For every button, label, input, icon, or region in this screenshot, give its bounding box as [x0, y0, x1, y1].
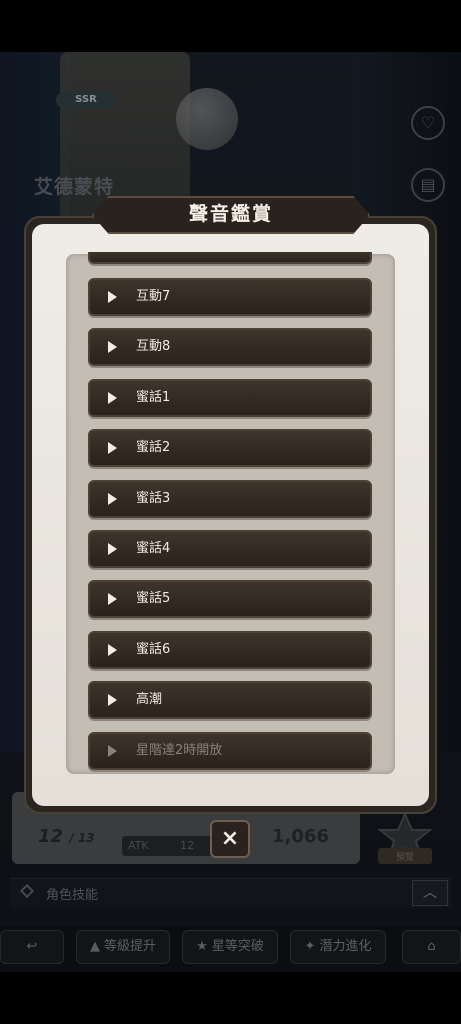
play-icon — [108, 593, 117, 605]
voice-list-item[interactable]: 蜜話5 — [88, 580, 372, 618]
voice-item-label: 蜜話5 — [136, 591, 171, 606]
list-item-partial[interactable] — [88, 252, 372, 264]
voice-list-item: 星階達2時開放 — [88, 732, 372, 770]
play-icon — [108, 341, 117, 353]
voice-list-item[interactable]: 蜜話6 — [88, 631, 372, 669]
close-icon: × — [220, 826, 240, 851]
voice-item-label: 高潮 — [136, 692, 163, 707]
voice-list-item[interactable]: 蜜話3 — [88, 480, 372, 518]
voice-item-label: 互動8 — [136, 339, 171, 354]
voice-item-label: 互動7 — [136, 289, 171, 304]
voice-list-item[interactable]: 蜜話1 — [88, 379, 372, 417]
voice-list-item[interactable]: 互動7 — [88, 278, 372, 316]
voice-item-label: 蜜話2 — [136, 440, 171, 455]
play-icon — [108, 543, 117, 555]
play-icon — [108, 291, 117, 303]
voice-item-label: 蜜話3 — [136, 491, 171, 506]
play-icon — [108, 493, 117, 505]
voice-list-item[interactable]: 蜜話4 — [88, 530, 372, 568]
voice-list-item[interactable]: 互動8 — [88, 328, 372, 366]
close-button[interactable]: × — [210, 820, 250, 858]
play-icon — [108, 442, 117, 454]
voice-item-label: 星階達2時開放 — [136, 743, 223, 758]
play-icon — [108, 745, 117, 757]
play-icon — [108, 644, 117, 656]
play-icon — [108, 392, 117, 404]
voice-item-label: 蜜話6 — [136, 642, 171, 657]
voice-item-label: 蜜話4 — [136, 541, 171, 556]
voice-list-item[interactable]: 高潮 — [88, 681, 372, 719]
voice-item-label: 蜜話1 — [136, 390, 171, 405]
voice-list-item[interactable]: 蜜話2 — [88, 429, 372, 467]
play-icon — [108, 694, 117, 706]
modal-title: 聲音鑑賞 — [188, 203, 273, 225]
